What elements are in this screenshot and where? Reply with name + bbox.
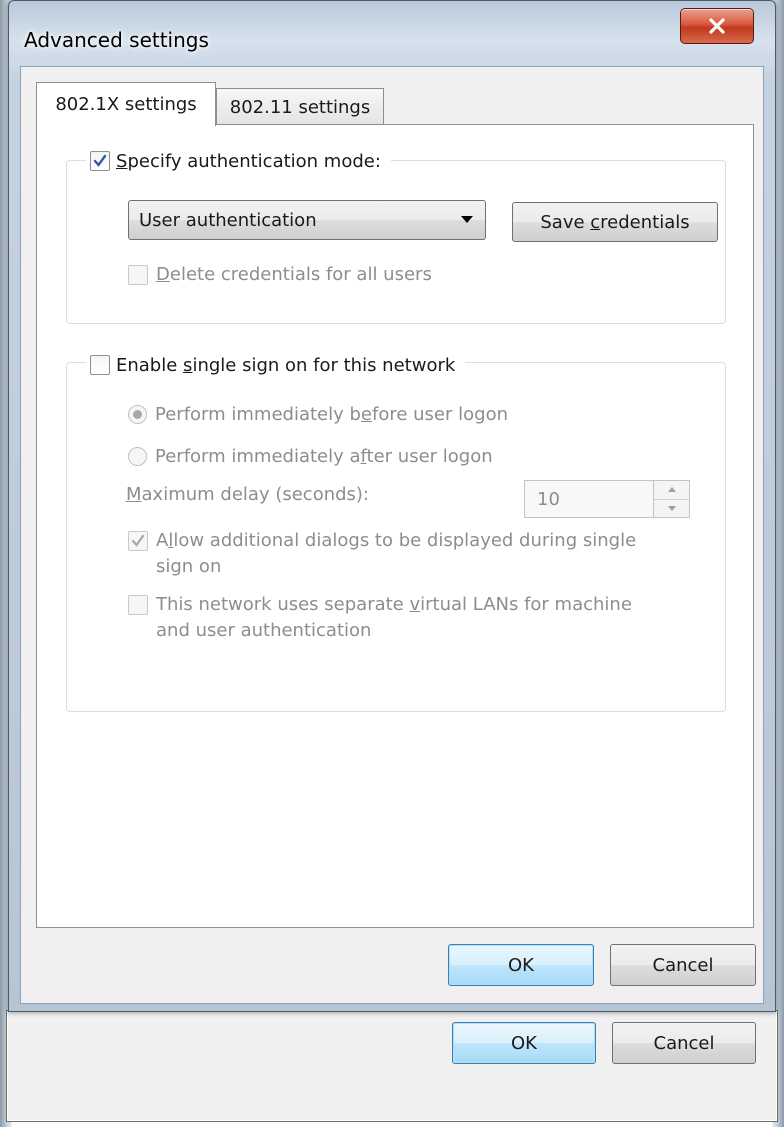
- perform-after-logon-label: Perform immediately after user logon: [155, 446, 493, 467]
- spinner-up-button[interactable]: [654, 481, 689, 499]
- background-cancel-button[interactable]: Cancel: [612, 1022, 756, 1064]
- close-icon: [709, 18, 725, 34]
- checkbox-unchecked[interactable]: [128, 264, 148, 285]
- close-button[interactable]: [680, 8, 754, 44]
- maximum-delay-row: Maximum delay (seconds):: [126, 484, 369, 505]
- tab-8021x-settings[interactable]: 802.1X settings: [36, 82, 216, 126]
- radio-button-selected[interactable]: [128, 405, 147, 424]
- checkbox-checked[interactable]: [128, 531, 148, 551]
- authentication-mode-dropdown[interactable]: User authentication: [128, 200, 486, 240]
- delete-credentials-label: Delete credentials for all users: [156, 264, 432, 285]
- allow-additional-dialogs-label: Allow additional dialogs to be displayed…: [156, 530, 637, 577]
- enable-single-sign-on-checkbox[interactable]: Enable single sign on for this network: [86, 350, 466, 380]
- cancel-button[interactable]: Cancel: [610, 944, 756, 986]
- arrow-up-icon: [667, 487, 676, 493]
- checkbox-checked[interactable]: [90, 151, 110, 171]
- delete-credentials-checkbox[interactable]: Delete credentials for all users: [128, 264, 432, 285]
- separate-vlans-checkbox[interactable]: This network uses separate virtual LANs …: [128, 592, 688, 644]
- dialog-title: Advanced settings: [24, 28, 209, 52]
- spinner-down-button[interactable]: [654, 498, 689, 518]
- enable-single-sign-on-label: Enable single sign on for this network: [116, 354, 456, 376]
- perform-before-logon-label: Perform immediately before user logon: [155, 404, 508, 425]
- arrow-down-icon: [667, 505, 676, 511]
- maximum-delay-input[interactable]: 10: [524, 480, 654, 518]
- specify-authentication-mode-label: Specify authentication mode:: [116, 150, 381, 172]
- checkbox-unchecked[interactable]: [90, 355, 110, 375]
- radio-button-unselected[interactable]: [128, 447, 147, 466]
- background-ok-button[interactable]: OK: [452, 1022, 596, 1064]
- allow-additional-dialogs-checkbox[interactable]: Allow additional dialogs to be displayed…: [128, 528, 688, 580]
- checkmark-icon: [93, 154, 107, 167]
- save-credentials-label: Save credentials: [540, 211, 690, 233]
- maximum-delay-label: Maximum delay (seconds):: [126, 484, 370, 505]
- checkmark-icon: [131, 534, 145, 547]
- maximum-delay-spinner[interactable]: [654, 480, 690, 518]
- radio-perform-before-logon[interactable]: Perform immediately before user logon: [128, 404, 508, 425]
- chevron-down-icon: [461, 216, 473, 223]
- separate-vlans-label: This network uses separate virtual LANs …: [156, 594, 632, 641]
- authentication-mode-value: User authentication: [139, 209, 317, 231]
- ok-button[interactable]: OK: [448, 944, 594, 986]
- authentication-mode-group: [66, 160, 726, 324]
- tab-80211-settings[interactable]: 802.11 settings: [216, 88, 384, 126]
- checkbox-unchecked[interactable]: [128, 595, 148, 615]
- radio-perform-after-logon[interactable]: Perform immediately after user logon: [128, 446, 493, 467]
- save-credentials-button[interactable]: Save credentials: [512, 202, 718, 242]
- specify-authentication-mode-checkbox[interactable]: Specify authentication mode:: [86, 146, 391, 176]
